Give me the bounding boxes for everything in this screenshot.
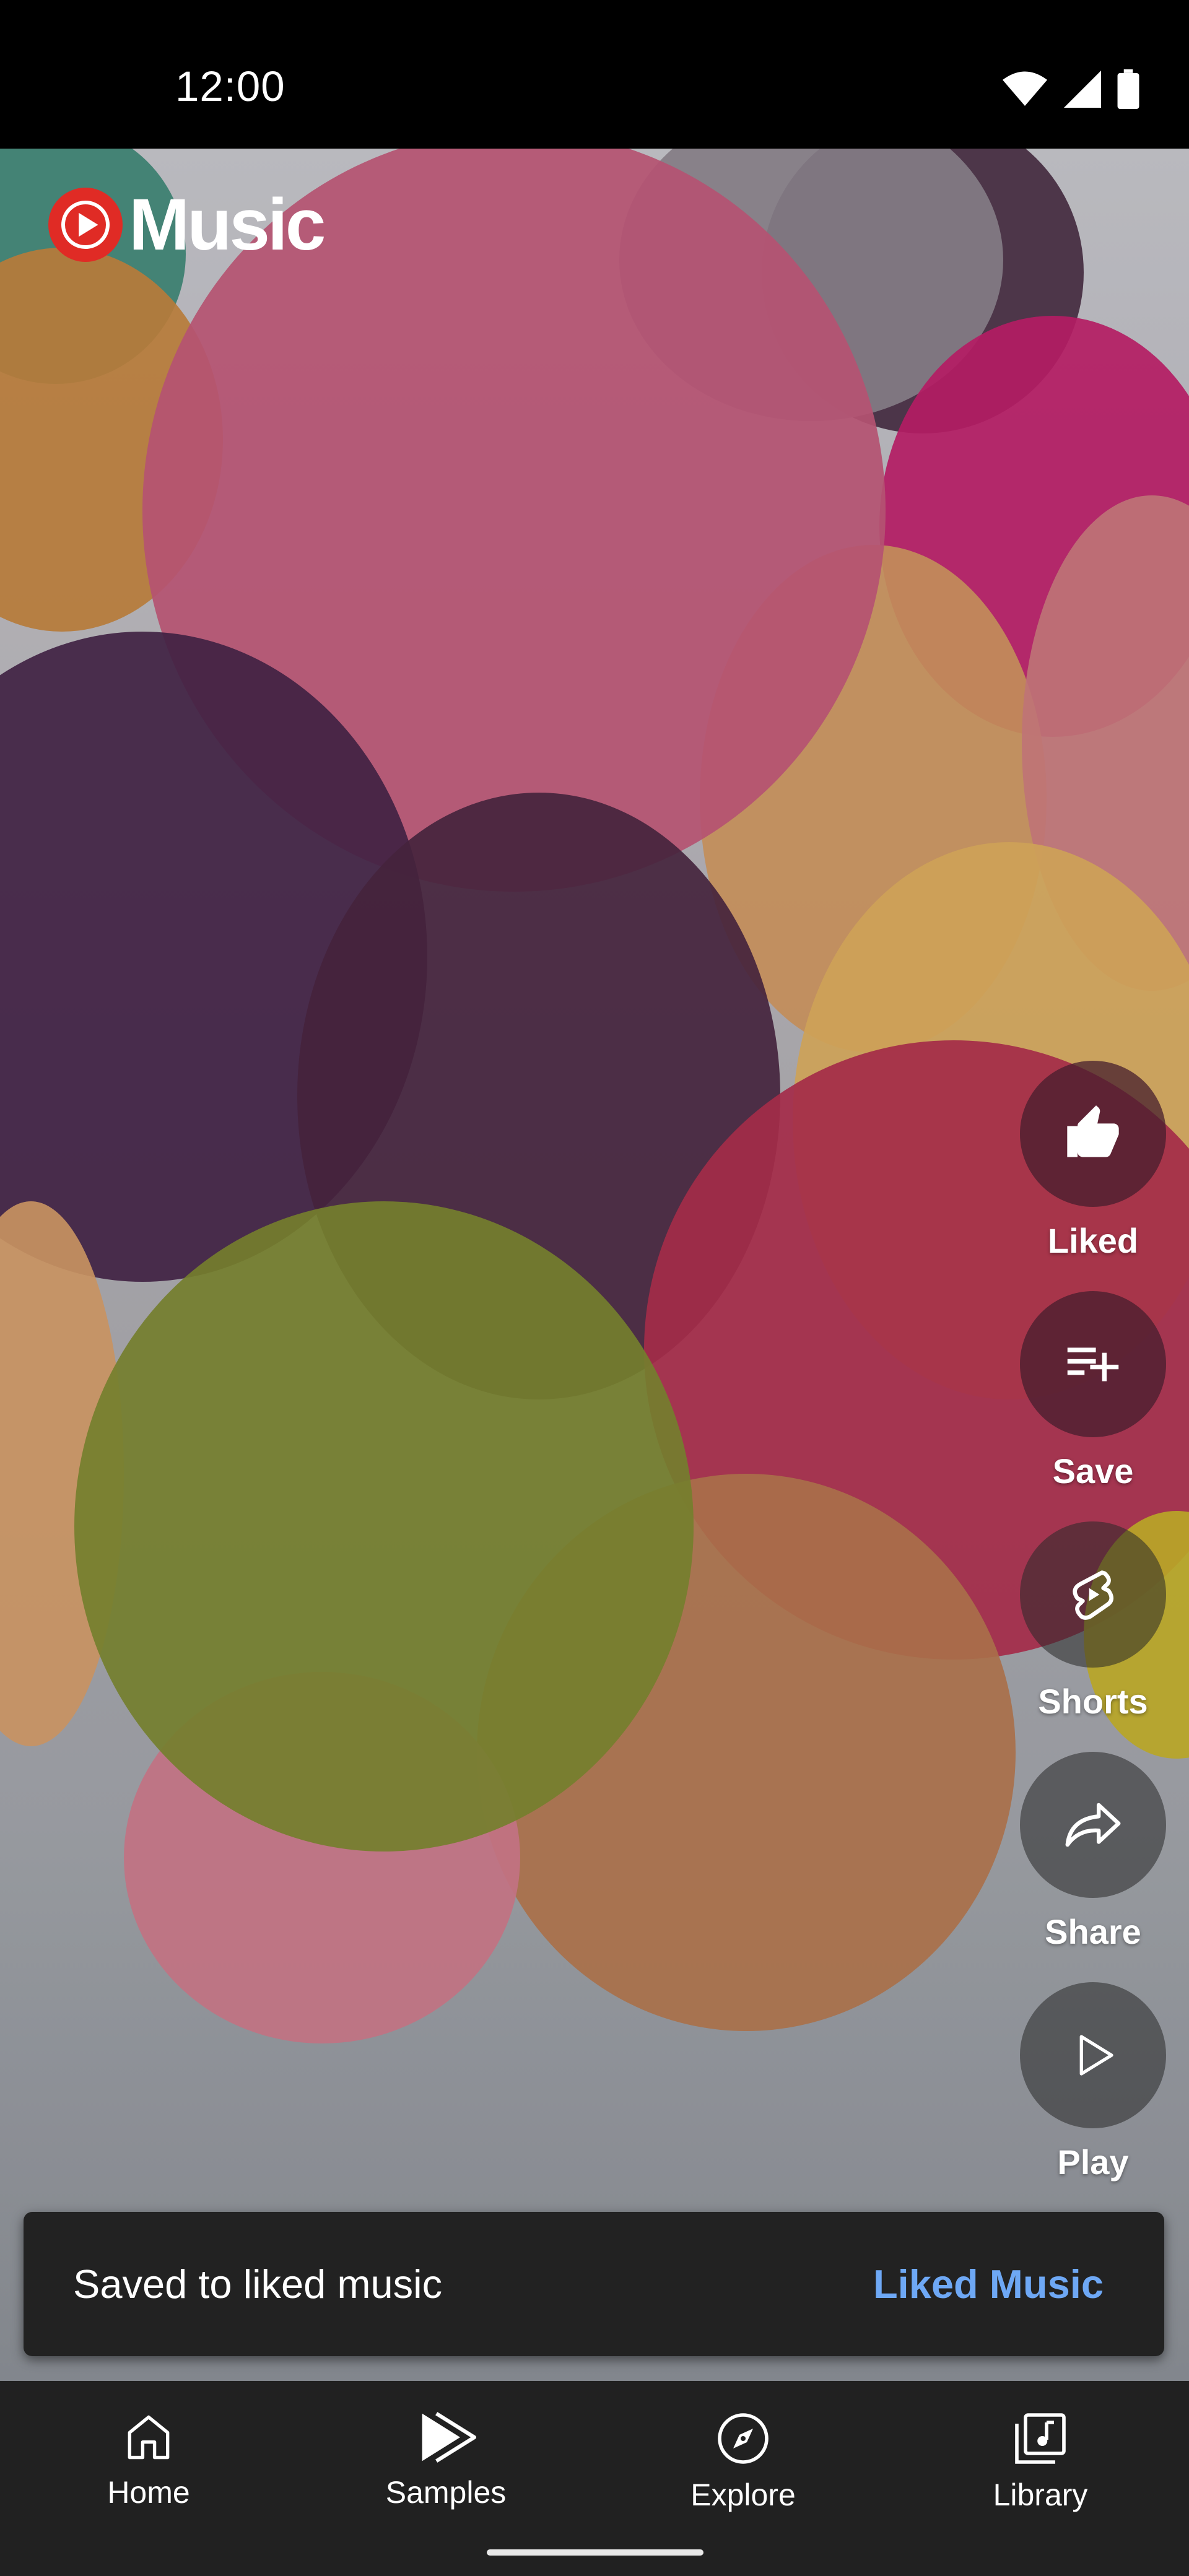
status-icons bbox=[1002, 69, 1139, 109]
save-button[interactable] bbox=[1020, 1291, 1166, 1437]
battery-icon bbox=[1117, 69, 1139, 109]
liked-music-button[interactable]: Liked Music bbox=[873, 2261, 1104, 2307]
home-indicator[interactable] bbox=[487, 2549, 703, 2556]
play-action[interactable]: Play bbox=[1019, 1982, 1167, 2182]
samples-icon bbox=[422, 2412, 477, 2463]
shorts-label: Shorts bbox=[1038, 1682, 1148, 1721]
nav-item-explore[interactable]: Explore bbox=[594, 2381, 892, 2576]
nav-item-library[interactable]: Library bbox=[892, 2381, 1189, 2576]
share-button[interactable] bbox=[1020, 1752, 1166, 1898]
cellular-signal-icon bbox=[1064, 71, 1101, 108]
share-action[interactable]: Share bbox=[1019, 1752, 1167, 1952]
youtube-music-logo[interactable]: Music bbox=[48, 183, 326, 267]
wifi-icon bbox=[1003, 71, 1047, 106]
nav-item-samples[interactable]: Samples bbox=[297, 2381, 594, 2576]
share-label: Share bbox=[1045, 1912, 1141, 1951]
status-time: 12:00 bbox=[175, 63, 285, 110]
nav-label-explore: Explore bbox=[690, 2478, 796, 2512]
snackbar: Saved to liked music Liked Music bbox=[24, 2212, 1164, 2356]
nav-label-samples: Samples bbox=[385, 2475, 507, 2510]
share-arrow-icon bbox=[1065, 1803, 1121, 1847]
thumb-up-filled-icon bbox=[1067, 1105, 1119, 1157]
liked-label: Liked bbox=[1047, 1221, 1139, 1260]
nav-label-home: Home bbox=[107, 2475, 190, 2510]
shorts-action[interactable]: Shorts bbox=[1019, 1521, 1167, 1721]
save-label: Save bbox=[1052, 1451, 1134, 1490]
liked-button[interactable] bbox=[1020, 1061, 1166, 1207]
playlist-add-icon bbox=[1067, 1347, 1119, 1382]
youtube-music-logo-icon bbox=[48, 188, 123, 262]
home-icon bbox=[128, 2415, 170, 2460]
compass-icon bbox=[718, 2413, 769, 2464]
logo-text: Music bbox=[129, 184, 326, 266]
play-label: Play bbox=[1057, 2143, 1129, 2182]
shorts-icon bbox=[1073, 1570, 1114, 1620]
video-shade bbox=[0, 149, 1189, 2381]
liked-action[interactable]: Liked bbox=[1019, 1061, 1167, 1261]
play-outline-icon bbox=[1079, 2035, 1113, 2076]
play-button[interactable] bbox=[1020, 1982, 1166, 2128]
shorts-button[interactable] bbox=[1020, 1521, 1166, 1668]
snackbar-message: Saved to liked music bbox=[73, 2261, 443, 2307]
save-action[interactable]: Save bbox=[1019, 1291, 1167, 1491]
bottom-nav: Home Samples Explore Library bbox=[0, 2381, 1189, 2576]
video-player[interactable] bbox=[0, 149, 1189, 2381]
status-bar: 12:00 bbox=[0, 0, 1189, 149]
nav-label-library: Library bbox=[993, 2478, 1088, 2512]
library-icon bbox=[1015, 2413, 1066, 2464]
nav-item-home[interactable]: Home bbox=[0, 2381, 297, 2576]
